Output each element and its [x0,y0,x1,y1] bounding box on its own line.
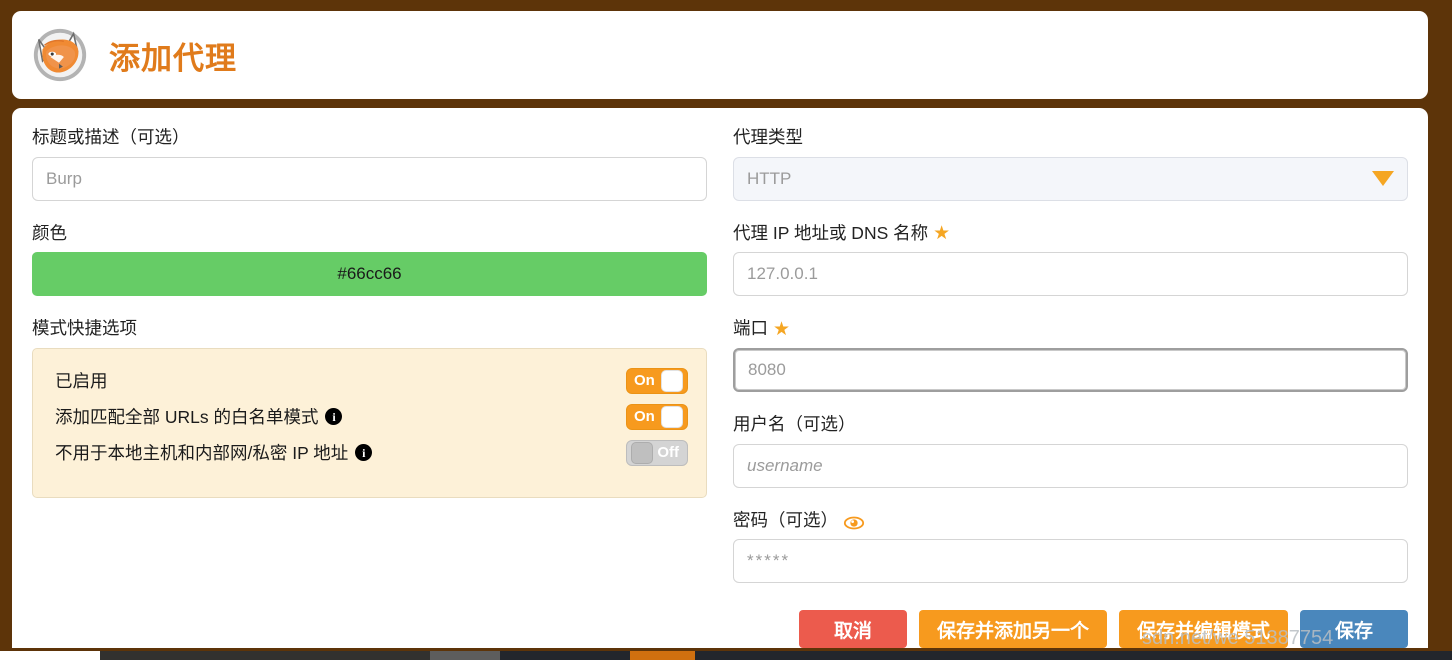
proxy-port-input[interactable]: 8080 [733,347,1408,392]
pattern-shortcuts-panel: 已启用 On 添加匹配全部 URLs 的白名单模式 i On 不用于本地主机和内… [32,347,707,498]
toggle-row-exclude-local: 不用于本地主机和内部网/私密 IP 地址 i Off [55,435,688,471]
toggle-knob [661,369,683,392]
toggle-text-exclude-local: 不用于本地主机和内部网/私密 IP 地址 [55,443,349,464]
toggle-switch-enabled[interactable]: On [626,367,688,394]
toggle-state-enabled: On [634,372,655,390]
password-input[interactable]: ***** [733,539,1408,584]
strip-segment [500,651,630,660]
save-button[interactable]: 保存 [1300,610,1408,648]
toggle-switch-exclude-local[interactable]: Off [626,439,688,466]
form-left-column: 标题或描述（可选） Burp 颜色 #66cc66 模式快捷选项 已启用 On … [32,120,707,583]
color-swatch[interactable]: #66cc66 [32,252,707,297]
toggle-label-enabled: 已启用 [55,368,108,393]
strip-segment [430,651,500,660]
strip-segment [0,651,100,660]
proxy-port-label: 端口 ★ [733,317,1408,341]
password-label: 密码（可选） [733,509,1408,533]
password-group: 密码（可选） ***** [733,509,1408,584]
toggle-knob [631,441,653,464]
toggle-label-whitelist: 添加匹配全部 URLs 的白名单模式 i [55,404,343,429]
username-input[interactable]: username [733,443,1408,488]
strip-segment [630,651,695,660]
password-label-text: 密码（可选） [733,509,838,530]
proxy-host-label-text: 代理 IP 地址或 DNS 名称 [733,222,929,243]
toggle-row-enabled: 已启用 On [55,363,688,399]
proxy-type-select[interactable]: HTTP [733,156,1408,201]
toggle-text-enabled: 已启用 [55,371,108,392]
strip-segment [100,651,430,660]
required-star-icon: ★ [933,222,951,244]
title-label: 标题或描述（可选） [32,127,190,147]
required-star-icon: ★ [773,318,791,340]
title-field-group: 标题或描述（可选） Burp [32,126,707,201]
username-label: 用户名（可选） [733,413,856,434]
proxy-host-label: 代理 IP 地址或 DNS 名称 ★ [733,222,1408,246]
toggle-row-whitelist: 添加匹配全部 URLs 的白名单模式 i On [55,399,688,435]
toggle-state-exclude-local: Off [657,444,679,462]
pattern-shortcuts-label: 模式快捷选项 [32,318,137,339]
info-icon[interactable]: i [355,444,373,462]
color-field-group: 颜色 #66cc66 [32,222,707,297]
toggle-text-whitelist: 添加匹配全部 URLs 的白名单模式 [55,407,319,428]
page-title: 添加代理 [109,40,237,76]
color-label: 颜色 [32,222,67,243]
chevron-down-icon [1372,171,1394,187]
proxy-host-input[interactable]: 127.0.0.1 [733,252,1408,297]
form-right-column: 代理类型 HTTP 代理 IP 地址或 DNS 名称 ★ 127.0.0.1 端… [733,120,1408,584]
add-proxy-form-card: 标题或描述（可选） Burp 颜色 #66cc66 模式快捷选项 已启用 On … [12,108,1428,648]
username-group: 用户名（可选） username [733,413,1408,488]
info-icon[interactable]: i [325,408,343,426]
strip-segment [695,651,1452,660]
proxy-host-group: 代理 IP 地址或 DNS 名称 ★ 127.0.0.1 [733,222,1408,297]
cancel-button[interactable]: 取消 [798,610,907,648]
proxy-type-label: 代理类型 [733,127,803,147]
foxyproxy-add-proxy-page: 添加代理 标题或描述（可选） Burp 颜色 #66cc66 模式快捷选项 已启… [0,0,1452,660]
toggle-knob [661,405,683,428]
save-and-edit-patterns-button[interactable]: 保存并编辑模式 [1118,610,1288,648]
form-actions: 取消 保存并添加另一个 保存并编辑模式 保存 [798,610,1408,648]
proxy-port-group: 端口 ★ 8080 [733,317,1408,392]
toggle-label-exclude-local: 不用于本地主机和内部网/私密 IP 地址 i [55,440,373,465]
toggle-state-whitelist: On [634,408,655,426]
eye-icon[interactable] [843,513,865,530]
proxy-port-label-text: 端口 [733,318,768,339]
proxy-type-group: 代理类型 HTTP [733,126,1408,201]
toggle-switch-whitelist[interactable]: On [626,403,688,430]
pattern-shortcuts-group: 模式快捷选项 已启用 On 添加匹配全部 URLs 的白名单模式 i On 不用… [32,317,707,498]
title-input[interactable]: Burp [32,156,707,201]
bottom-taskbar-strip [0,651,1452,660]
proxy-type-value: HTTP [747,168,792,188]
foxyproxy-fox-icon [29,24,91,86]
save-and-add-another-button[interactable]: 保存并添加另一个 [918,610,1107,648]
page-header: 添加代理 [12,11,1428,99]
